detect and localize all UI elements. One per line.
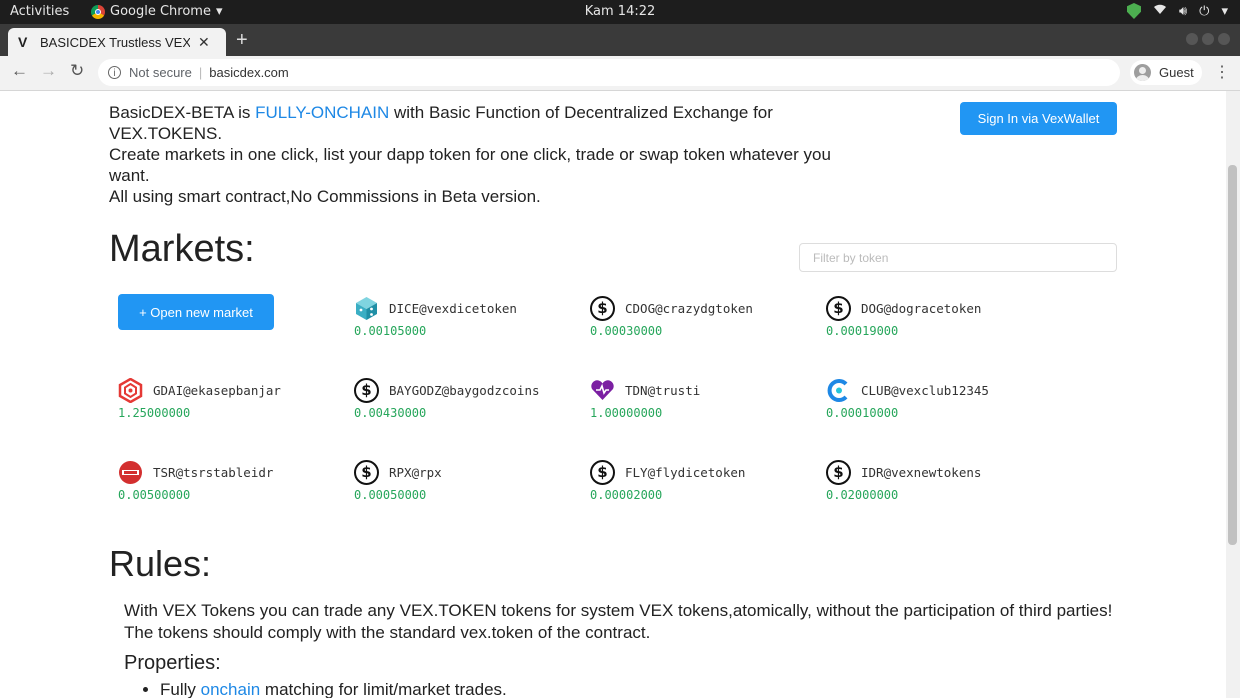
onchain-link[interactable]: onchain	[201, 680, 261, 698]
club-logo-icon	[826, 378, 851, 403]
rules-text: With VEX Tokens you can trade any VEX.TO…	[124, 601, 1113, 642]
scrollbar-thumb[interactable]	[1228, 165, 1237, 545]
market-name: TSR@tsrstableidr	[153, 465, 274, 480]
markets-heading: Markets:	[109, 228, 255, 270]
market-name: CDOG@crazydgtoken	[625, 301, 753, 316]
address-bar[interactable]: i Not secure | basicdex.com	[98, 59, 1120, 86]
item-pre: Fully	[160, 680, 201, 698]
market-name: GDAI@ekasepbanjar	[153, 383, 281, 398]
security-label[interactable]: Not secure	[129, 65, 192, 80]
window-controls	[1186, 33, 1230, 45]
fully-onchain-link[interactable]: FULLY-ONCHAIN	[255, 103, 389, 122]
market-item[interactable]: DICE@vexdicetoken 0.00105000	[354, 296, 584, 346]
market-item[interactable]: GDAI@ekasepbanjar 1.25000000	[118, 377, 348, 428]
chevron-down-icon[interactable]: ▾	[1221, 4, 1228, 19]
kebab-menu-icon[interactable]: ⋮	[1214, 62, 1230, 82]
market-price: 0.02000000	[826, 488, 899, 502]
market-item[interactable]: TSR@tsrstableidr 0.00500000	[118, 460, 348, 510]
market-item[interactable]: $ IDR@vexnewtokens 0.02000000	[826, 460, 1056, 510]
intro-line3: All using smart contract,No Commissions …	[109, 187, 541, 206]
system-top-bar: Activities Google Chrome ▾ Kam 14:22 🔊︎ …	[0, 0, 1240, 24]
market-name: CLUB@vexclub12345	[861, 383, 989, 398]
market-price: 1.00000000	[590, 406, 663, 420]
market-price: 0.00430000	[354, 406, 427, 420]
avatar-icon	[1134, 64, 1151, 81]
list-item: Fully onchain matching for limit/market …	[160, 680, 507, 698]
sign-in-button[interactable]: Sign In via VexWallet	[960, 102, 1117, 135]
market-item[interactable]: TDN@trusti 1.00000000	[590, 378, 820, 428]
market-price: 0.00030000	[590, 324, 663, 338]
reload-icon[interactable]: ↻	[70, 61, 84, 81]
market-name: DICE@vexdicetoken	[389, 301, 517, 316]
market-price: 0.00500000	[118, 488, 191, 502]
market-price: 0.00105000	[354, 324, 427, 338]
market-name: IDR@vexnewtokens	[861, 465, 982, 480]
app-name: Google Chrome	[110, 4, 211, 19]
item-post: matching for limit/market trades.	[260, 680, 507, 698]
tab-strip: V BASICDEX Trustless VEX. ✕ +	[0, 24, 1240, 56]
chevron-down-icon: ▾	[215, 4, 223, 19]
minimize-icon[interactable]	[1186, 33, 1198, 45]
rules-heading: Rules:	[109, 543, 212, 584]
intro-line2: Create markets in one click, list your d…	[109, 145, 831, 185]
market-price: 0.00050000	[354, 488, 427, 502]
power-icon[interactable]: ⏻	[1199, 4, 1209, 19]
market-item[interactable]: CLUB@vexclub12345 0.00010000	[826, 378, 1056, 428]
url-separator: |	[198, 65, 203, 80]
dollar-icon: $	[354, 378, 379, 403]
properties-heading: Properties:	[124, 652, 221, 674]
network-icon[interactable]	[1153, 3, 1167, 19]
filter-token-input[interactable]	[799, 243, 1117, 272]
browser-toolbar: ← → ↻ i Not secure | basicdex.com Guest …	[0, 56, 1240, 91]
market-name: RPX@rpx	[389, 465, 442, 480]
dollar-icon: $	[354, 460, 379, 485]
market-price: 1.25000000	[118, 406, 191, 420]
market-name: DOG@dogracetoken	[861, 301, 982, 316]
dollar-icon: $	[826, 296, 851, 321]
market-item[interactable]: $ DOG@dogracetoken 0.00019000	[826, 296, 1056, 346]
hexagon-logo-icon	[118, 377, 143, 404]
market-price: 0.00002000	[590, 488, 663, 502]
heart-logo-icon	[590, 378, 615, 403]
app-menu[interactable]: Google Chrome ▾	[91, 4, 223, 19]
activities-button[interactable]: Activities	[10, 4, 69, 19]
shield-icon[interactable]	[1126, 3, 1141, 19]
tsr-logo-icon	[118, 460, 143, 485]
market-name: FLY@flydicetoken	[625, 465, 746, 480]
market-item[interactable]: $ FLY@flydicetoken 0.00002000	[590, 460, 820, 510]
profile-button[interactable]: Guest	[1130, 60, 1202, 85]
close-tab-icon[interactable]: ✕	[198, 34, 210, 51]
page-content: BasicDEX-BETA is FULLY-ONCHAIN with Basi…	[0, 91, 1226, 698]
page-scrollbar[interactable]	[1226, 91, 1240, 698]
close-window-icon[interactable]	[1218, 33, 1230, 45]
profile-label: Guest	[1159, 65, 1194, 80]
tab-title: BASICDEX Trustless VEX.	[40, 34, 190, 50]
forward-arrow-icon[interactable]: →	[40, 61, 57, 81]
market-item[interactable]: $ CDOG@crazydgtoken 0.00030000	[590, 296, 820, 346]
volume-icon[interactable]: 🔊︎	[1179, 4, 1187, 19]
system-tray[interactable]: 🔊︎ ⏻ ▾	[1126, 3, 1228, 19]
intro-pre: BasicDEX-BETA is	[109, 103, 256, 122]
market-name: TDN@trusti	[625, 383, 701, 398]
market-item[interactable]: $ BAYGODZ@baygodzcoins 0.00430000	[354, 378, 584, 428]
dice-icon	[354, 296, 379, 321]
maximize-icon[interactable]	[1202, 33, 1214, 45]
properties-list: Fully onchain matching for limit/market …	[142, 680, 507, 698]
browser-tab[interactable]: V BASICDEX Trustless VEX. ✕	[8, 28, 226, 56]
market-name: BAYGODZ@baygodzcoins	[389, 383, 540, 398]
intro-text: BasicDEX-BETA is FULLY-ONCHAIN with Basi…	[109, 102, 869, 207]
market-item[interactable]: $ RPX@rpx 0.00050000	[354, 460, 584, 510]
new-tab-button[interactable]: +	[236, 29, 248, 52]
dollar-icon: $	[590, 460, 615, 485]
dollar-icon: $	[590, 296, 615, 321]
info-icon[interactable]: i	[108, 66, 121, 79]
market-price: 0.00010000	[826, 406, 899, 420]
market-price: 0.00019000	[826, 324, 899, 338]
back-arrow-icon[interactable]: ←	[11, 61, 28, 81]
chrome-icon	[91, 4, 105, 19]
site-favicon-icon: V	[18, 34, 28, 50]
open-new-market-button[interactable]: + Open new market	[118, 294, 274, 330]
url-text[interactable]: basicdex.com	[209, 65, 288, 80]
dollar-icon: $	[826, 460, 851, 485]
